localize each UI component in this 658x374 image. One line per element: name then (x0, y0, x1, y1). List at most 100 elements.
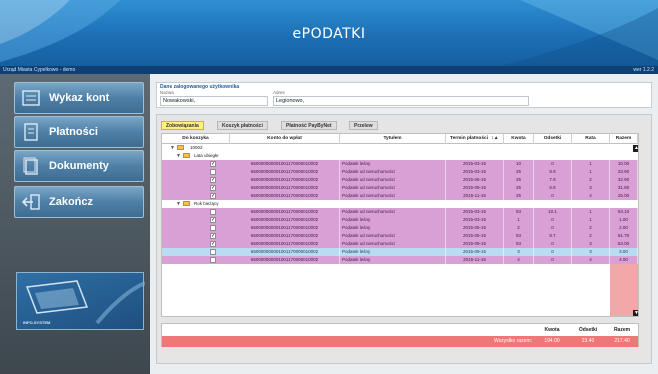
table-header: Do koszyka Konto do wpłat Tytułem Termin… (162, 134, 638, 144)
table-row[interactable]: ✓ 650000000001001170000010002 Podatek leśn… (162, 216, 638, 224)
cell-amount: 10 (504, 160, 534, 168)
column-header[interactable]: Razem (610, 134, 638, 144)
column-header[interactable]: Kwota (504, 134, 534, 144)
summary-amount: 194.00 (544, 338, 560, 344)
company-logo: INFO-SYSTEM (16, 272, 146, 330)
cell-interest: 0 (534, 216, 572, 224)
basket-checkbox[interactable]: ✓ (210, 241, 216, 247)
expand-triangle-icon[interactable]: ▼ (176, 152, 181, 160)
table-row[interactable]: ✓ 650000000001001170000010002 Podatek leśn… (162, 160, 638, 168)
table-row[interactable]: 650000000001001170000010002 Podatek leśny… (162, 248, 638, 256)
tabs-panel: Zobowiązania Koszyk płatności Płatność P… (156, 114, 652, 364)
table-row[interactable]: ✓ 650000000001001170000010002 Podatek od n… (162, 176, 638, 184)
cell-account: 650000000001001170000010002 (230, 256, 340, 264)
summary-header: Odsetki (578, 327, 598, 333)
nav-label: Zakończ (49, 196, 94, 208)
cell-date: 2015-09-15 (446, 240, 504, 248)
cell-date: 2015-03-15 (446, 168, 504, 176)
cell-amount: 25 (504, 184, 534, 192)
cell-amount: 1 (504, 216, 534, 224)
cell-interest: 10.1 (534, 208, 572, 216)
basket-checkbox[interactable]: ✓ (210, 185, 216, 191)
cell-interest: 0 (534, 224, 572, 232)
expand-triangle-icon[interactable]: ▼ (176, 200, 181, 208)
table-row[interactable]: 650000000001001170000010002 Podatek leśny… (162, 224, 638, 232)
expand-triangle-icon[interactable]: ▼ (170, 144, 175, 152)
tree-node-root[interactable]: ▼ 10002 (162, 144, 638, 152)
tab-platnosc-paybynet[interactable]: Płatność PayByNet (281, 121, 337, 130)
cell-title: Podatek od nieruchomości (342, 184, 446, 192)
basket-checkbox[interactable] (210, 209, 216, 215)
cell-date: 2015-03-15 (446, 208, 504, 216)
cell-interest: 0 (534, 240, 572, 248)
nav-button-wykaz-kont[interactable]: Wykaz kont (14, 82, 144, 114)
column-header[interactable]: Odsetki (534, 134, 572, 144)
column-header[interactable]: Rata (572, 134, 610, 144)
tab-zobowiazania[interactable]: Zobowiązania (161, 121, 204, 130)
cell-title: Podatek od nieruchomości (342, 192, 446, 200)
cell-total: 53.00 (610, 240, 638, 248)
cell-account: 650000000001001170000010002 (230, 176, 340, 184)
basket-checkbox[interactable] (210, 249, 216, 255)
column-header-termin[interactable]: Termin płatności ↕▲ (446, 134, 504, 144)
status-bar: Urząd Miasta Cypelkowo - demo wer 1.2.2 (0, 66, 658, 74)
basket-checkbox[interactable]: ✓ (210, 161, 216, 167)
cell-total: 25.00 (610, 192, 638, 200)
cell-date: 2015-05-15 (446, 224, 504, 232)
main-content: Dane zalogowanego użytkownika Nazwa Nowa… (150, 74, 658, 374)
app-title: ePODATKI (292, 26, 366, 42)
table-row[interactable]: 650000000001001170000010002 Podatek od ni… (162, 168, 638, 176)
scroll-down-icon[interactable]: ▼ (633, 310, 638, 316)
cell-rate: 3 (572, 248, 610, 256)
cell-title: Podatek od nieruchomości (342, 232, 446, 240)
tree-node-late-years[interactable]: ▼ Lata ubiegłe (162, 152, 638, 160)
scroll-up-icon[interactable]: ▲ (633, 145, 638, 152)
basket-checkbox[interactable]: ✓ (210, 233, 216, 239)
column-header[interactable]: Do koszyka (162, 134, 230, 144)
tab-przelew[interactable]: Przelew (349, 121, 378, 130)
nav-button-zakoncz[interactable]: Zakończ (14, 186, 144, 218)
column-header[interactable]: Konto do wpłat (230, 134, 340, 144)
cell-amount: 2 (504, 224, 534, 232)
vertical-scrollbar[interactable] (638, 144, 639, 317)
nav-button-dokumenty[interactable]: Dokumenty (14, 150, 144, 182)
column-header[interactable]: Tytułem (340, 134, 446, 144)
cell-interest: 0 (534, 248, 572, 256)
basket-checkbox[interactable]: ✓ (210, 217, 216, 223)
table-row[interactable]: ✓ 650000000001001170000010002 Podatek od n… (162, 240, 638, 248)
basket-checkbox[interactable] (210, 169, 216, 175)
cell-rate: 1 (572, 160, 610, 168)
basket-checkbox[interactable]: ✓ (210, 193, 216, 199)
cell-amount: 25 (504, 176, 534, 184)
table-row[interactable]: ✓ 650000000001001170000010002 Podatek od n… (162, 184, 638, 192)
cell-account: 650000000001001170000010002 (230, 168, 340, 176)
cell-title: Podatek leśny (342, 216, 446, 224)
basket-checkbox[interactable] (210, 257, 216, 263)
tab-koszyk-platnosci[interactable]: Koszyk płatności (217, 121, 268, 130)
cell-amount: 53 (504, 240, 534, 248)
tree-node-label: Rok bieżący (194, 200, 254, 208)
cell-account: 650000000001001170000010002 (230, 208, 340, 216)
table-row[interactable]: ✓ 650000000001001170000010002 Podatek od n… (162, 232, 638, 240)
basket-checkbox[interactable] (210, 225, 216, 231)
tree-node-current-year[interactable]: ▼ Rok bieżący (162, 200, 638, 208)
name-field: Nowakowski, (160, 96, 268, 106)
cell-date: 2015-09-15 (446, 184, 504, 192)
sidebar: Wykaz kont Płatności Dokumenty Zakończ I… (0, 74, 150, 374)
cell-date: 2015-09-15 (446, 248, 504, 256)
cell-title: Podatek leśny (342, 248, 446, 256)
cell-rate: 2 (572, 224, 610, 232)
cell-interest: 0 (534, 160, 572, 168)
document-stack-icon (23, 157, 38, 175)
table-row[interactable]: 650000000001001170000010002 Podatek od ni… (162, 208, 638, 216)
cell-date: 2015-03-15 (446, 216, 504, 224)
table-row[interactable]: 650000000001001170000010002 Podatek leśny… (162, 256, 638, 264)
cell-total: 32.90 (610, 176, 638, 184)
app-header: ePODATKI (0, 0, 658, 68)
tree-node-label: Lata ubiegłe (194, 152, 254, 160)
basket-checkbox[interactable]: ✓ (210, 177, 216, 183)
summary-interest: 23.40 (581, 338, 595, 344)
table-row[interactable]: ✓ 650000000001001170000010002 Podatek od n… (162, 192, 638, 200)
nav-button-platnosci[interactable]: Płatności (14, 116, 144, 148)
cell-interest: 0 (534, 192, 572, 200)
